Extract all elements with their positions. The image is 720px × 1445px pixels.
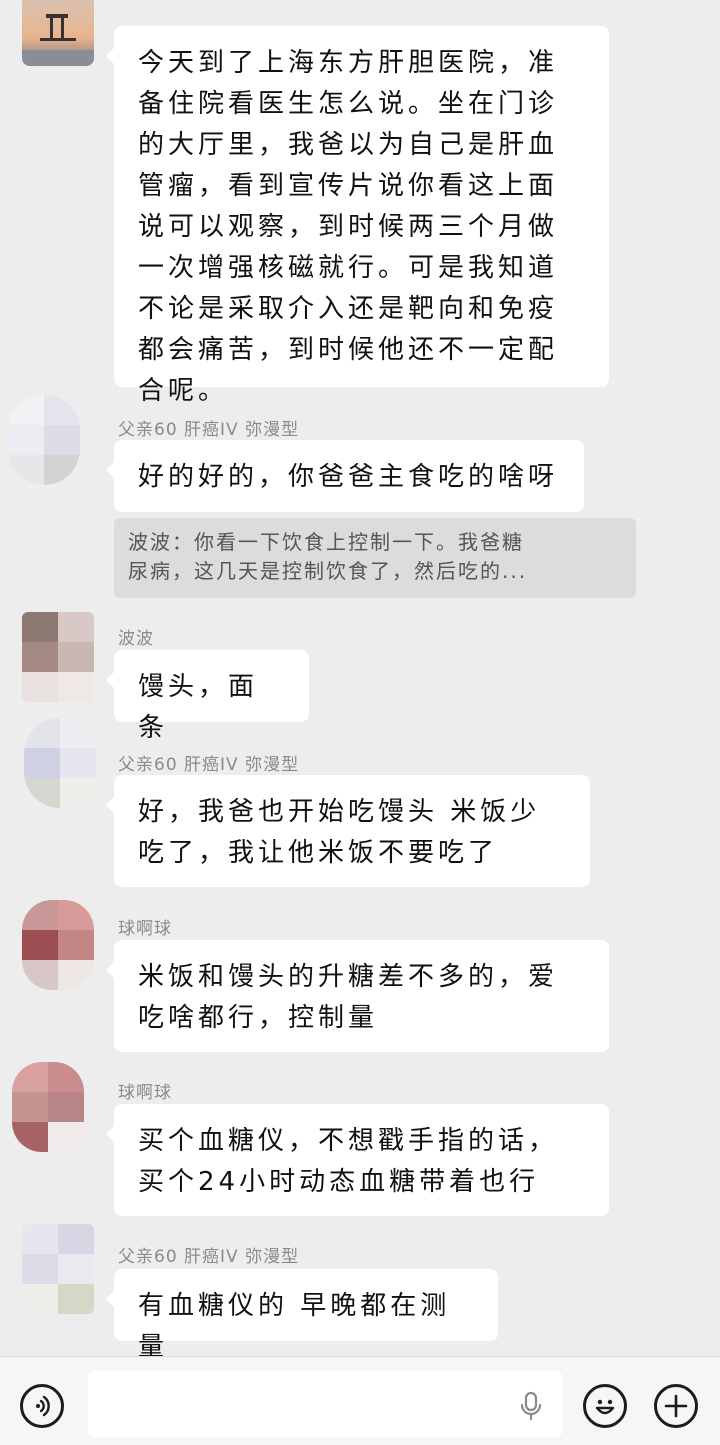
avatar[interactable] [8,395,80,485]
avatar[interactable] [22,0,94,66]
message-bubble[interactable]: 有血糖仪的 早晚都在测量 [106,1269,498,1356]
emoji-icon [595,1399,615,1415]
more-button[interactable] [654,1384,698,1428]
mic-icon[interactable] [518,1391,544,1421]
avatar[interactable] [22,612,94,702]
message-bubble[interactable]: 好，我爸也开始吃馒头 米饭少吃了，我让他米饭不要吃了 [106,775,590,887]
avatar[interactable] [22,1224,94,1314]
avatar-image [22,0,94,66]
message-bubble[interactable]: 米饭和馒头的升糖差不多的，爱吃啥都行，控制量 [106,940,609,1052]
sender-name: 父亲60 肝癌IV 弥漫型 [118,1247,300,1267]
message-bubble[interactable]: 今天到了上海东方肝胆医院，准备住院看医生怎么说。坐在门诊的大厅里，我爸以为自己是… [106,26,609,406]
voice-icon [36,1395,50,1417]
voice-toggle-button[interactable] [20,1384,64,1428]
quote-text-line: 波波：你看一下饮食上控制一下。我爸糖 [128,530,524,554]
avatar[interactable] [24,718,96,808]
avatar[interactable] [22,900,94,990]
message-bubble[interactable]: 买个血糖仪，不想戳手指的话，买个24小时动态血糖带着也行 [106,1104,609,1216]
quoted-message[interactable]: 波波：你看一下饮食上控制一下。我爸糖 尿病，这几天是控制饮食了，然后吃的... [114,518,636,598]
avatar[interactable] [12,1062,84,1152]
emoji-button[interactable] [583,1384,627,1428]
chat-area[interactable]: 今天到了上海东方肝胆医院，准备住院看医生怎么说。坐在门诊的大厅里，我爸以为自己是… [0,0,720,1356]
message-bubble[interactable]: 好的好的，你爸爸主食吃的啥呀 [106,440,584,512]
message-bubble[interactable]: 馒头，面条 [106,650,309,743]
sender-name: 球啊球 [118,919,172,939]
sender-name: 父亲60 肝癌IV 弥漫型 [118,420,300,440]
plus-icon [664,1394,688,1418]
sender-name: 球啊球 [118,1083,172,1103]
sender-name: 父亲60 肝癌IV 弥漫型 [118,755,300,775]
message-input[interactable] [88,1371,562,1437]
sender-name: 波波 [118,629,154,649]
input-bar [0,1356,720,1445]
quote-text-line: 尿病，这几天是控制饮食了，然后吃的... [128,559,528,583]
